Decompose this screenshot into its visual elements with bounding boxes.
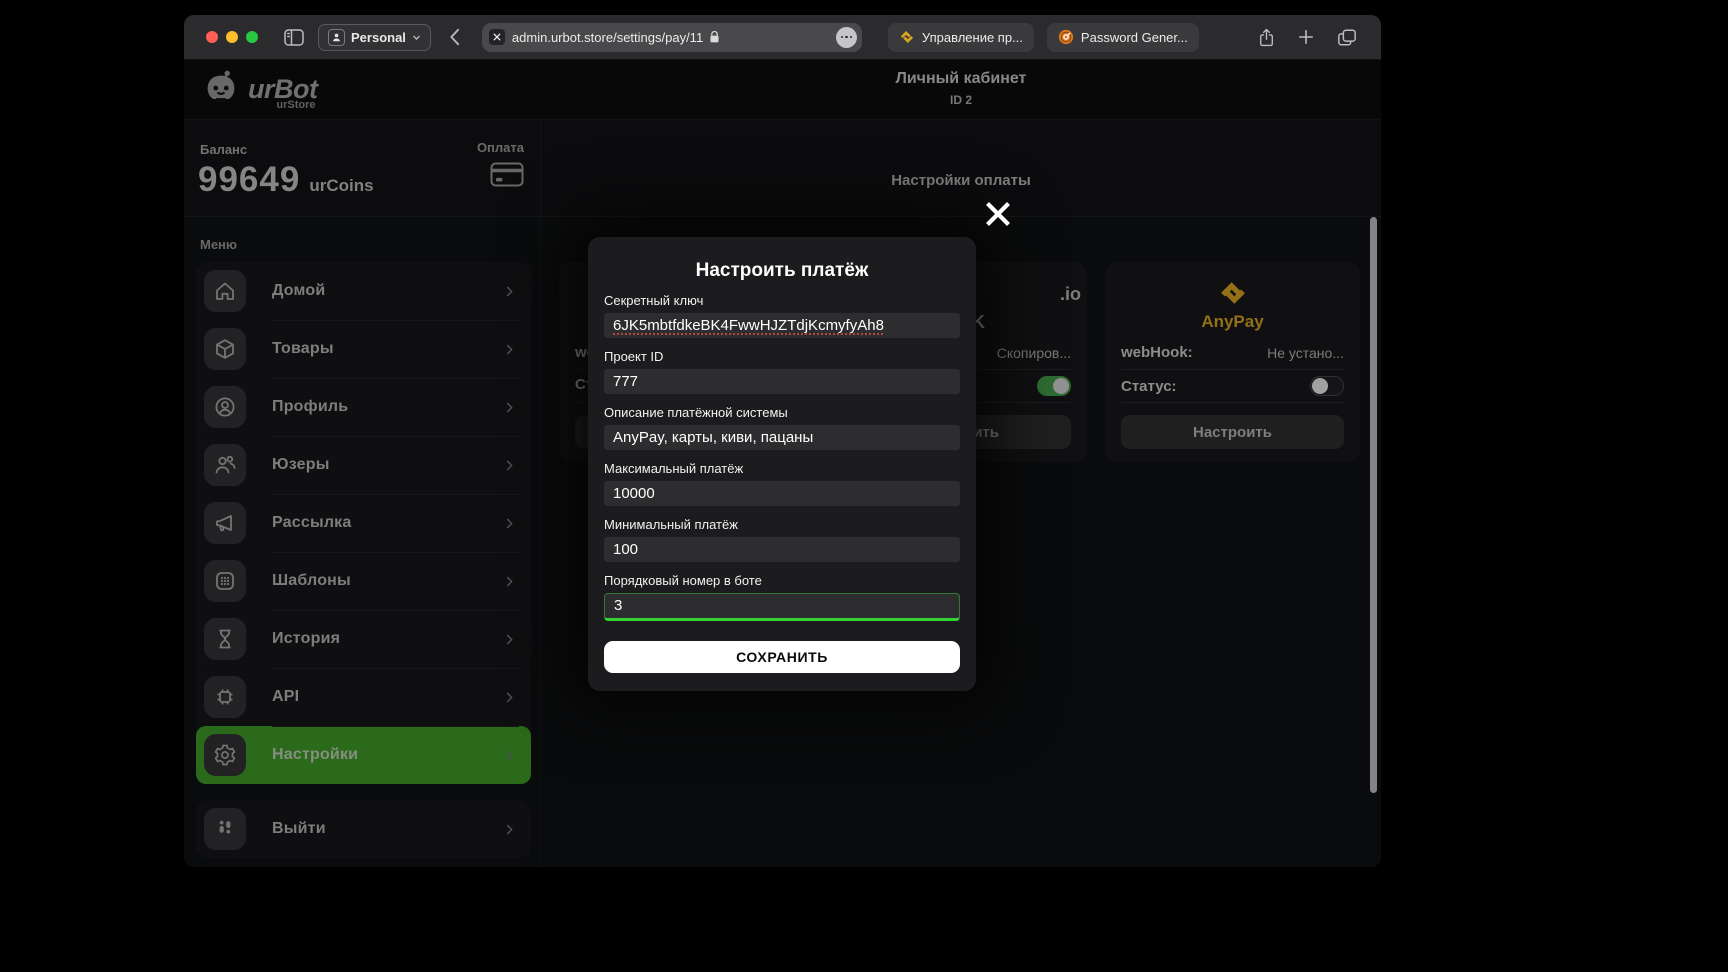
bot-order-label: Порядковый номер в боте — [604, 573, 960, 588]
min-payment-input[interactable]: 100 — [604, 537, 960, 562]
traffic-lights — [206, 31, 258, 43]
extension-label: Password Gener... — [1081, 30, 1188, 45]
description-input[interactable]: AnyPay, карты, киви, пацаны — [604, 425, 960, 450]
description-label: Описание платёжной системы — [604, 405, 960, 420]
desktop-background: Personal admin.urbot.store/settings/pay/… — [0, 0, 1728, 972]
url-text: admin.urbot.store/settings/pay/11 — [512, 30, 703, 45]
bot-order-input[interactable]: 3 — [604, 593, 960, 621]
share-icon[interactable] — [1258, 27, 1275, 48]
close-window-button[interactable] — [206, 31, 218, 43]
close-icon — [982, 198, 1014, 230]
zoom-window-button[interactable] — [246, 31, 258, 43]
profile-label: Personal — [351, 30, 406, 45]
configure-payment-modal: Настроить платёж Секретный ключ 6JK5mbtf… — [588, 237, 976, 691]
tab-overview-icon[interactable] — [1337, 28, 1357, 47]
max-payment-label: Максимальный платёж — [604, 461, 960, 476]
new-tab-plus-icon[interactable] — [1298, 29, 1314, 45]
profile-switcher-button[interactable]: Personal — [318, 24, 431, 51]
project-id-input[interactable]: 777 — [604, 369, 960, 394]
page-extension-icon[interactable] — [489, 29, 505, 45]
min-payment-label: Минимальный платёж — [604, 517, 960, 532]
page-settings-ellipsis-button[interactable] — [836, 27, 857, 48]
minimize-window-button[interactable] — [226, 31, 238, 43]
lock-icon — [709, 30, 720, 44]
safari-window: Personal admin.urbot.store/settings/pay/… — [184, 15, 1381, 867]
back-button[interactable] — [449, 28, 460, 46]
extension-button-password-generator[interactable]: Password Gener... — [1047, 23, 1199, 52]
password-generator-icon — [1058, 29, 1074, 45]
project-id-label: Проект ID — [604, 349, 960, 364]
max-payment-input[interactable]: 10000 — [604, 481, 960, 506]
chevron-down-icon — [412, 33, 421, 42]
secret-key-label: Секретный ключ — [604, 293, 960, 308]
person-icon — [328, 29, 345, 46]
sidebar-toggle-icon[interactable] — [284, 29, 304, 46]
modal-close-button[interactable] — [982, 198, 1014, 230]
extension-button-upravlenie[interactable]: Управление пр... — [888, 23, 1034, 52]
anypay-zigzag-icon — [899, 29, 915, 45]
browser-toolbar: Personal admin.urbot.store/settings/pay/… — [184, 15, 1381, 60]
modal-title: Настроить платёж — [604, 260, 960, 282]
extension-label: Управление пр... — [922, 30, 1023, 45]
page-scrollbar[interactable] — [1370, 217, 1377, 793]
save-button[interactable]: СОХРАНИТЬ — [604, 641, 960, 673]
address-bar[interactable]: admin.urbot.store/settings/pay/11 — [482, 23, 862, 52]
secret-key-input[interactable]: 6JK5mbtfdkeBK4FwwHJZTdjKcmyfyAh8 — [604, 313, 960, 338]
admin-page: urBot urStore Личный кабинет ID 2 Баланс… — [184, 60, 1381, 867]
